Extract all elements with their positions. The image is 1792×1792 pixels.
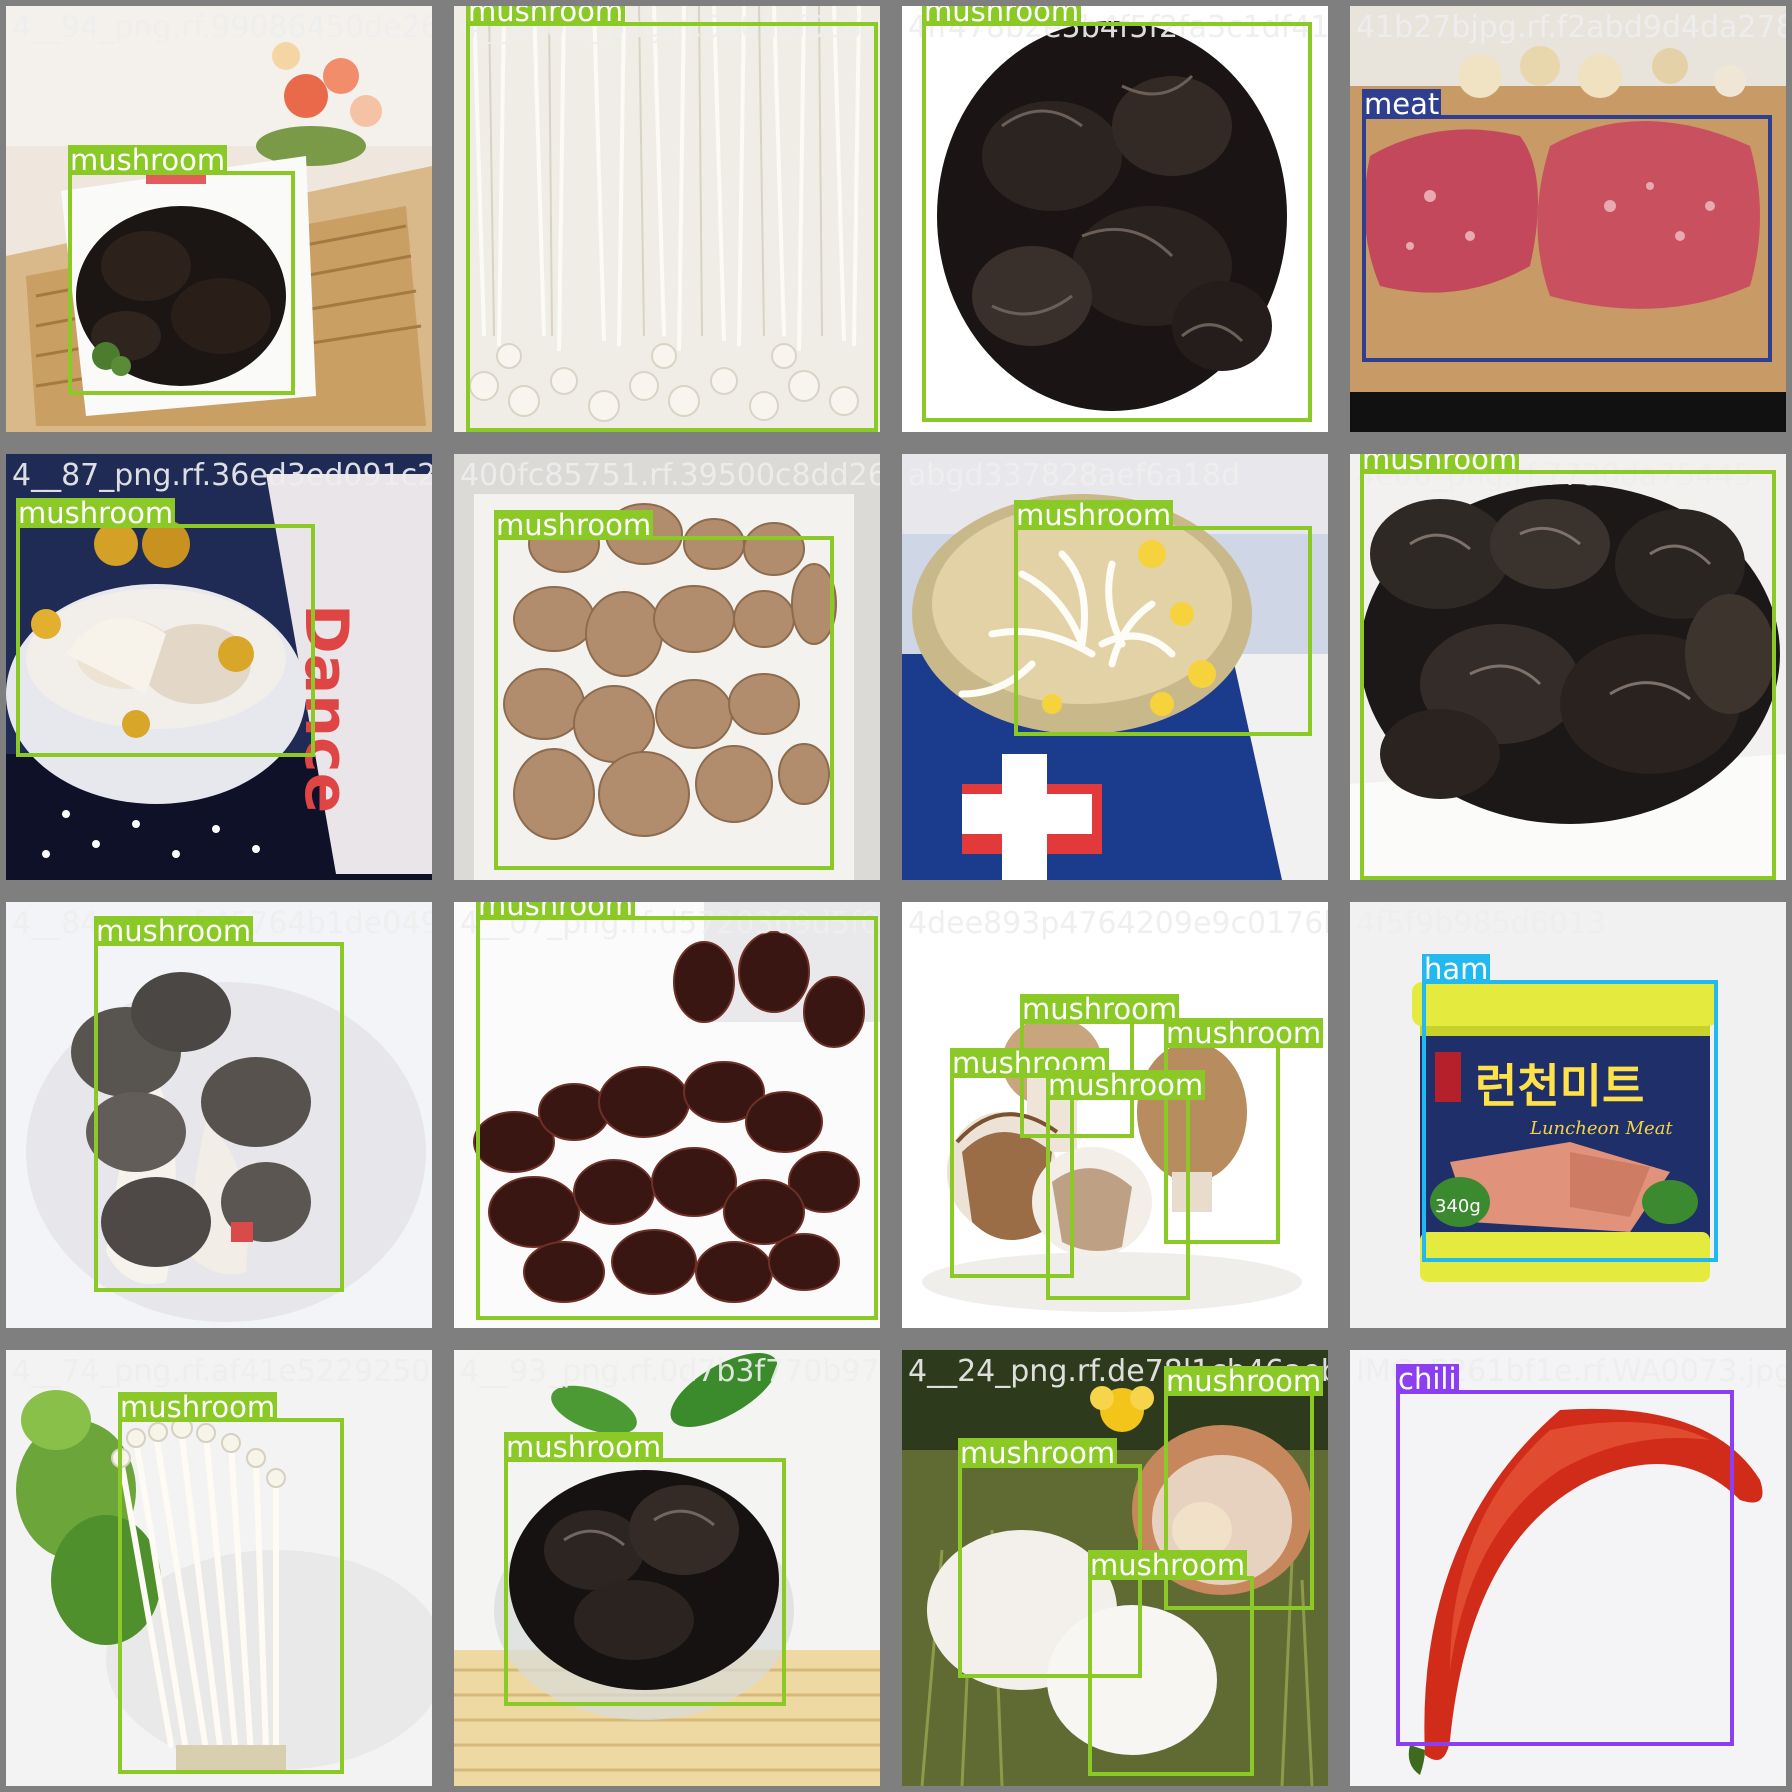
detection-box: mushroom	[494, 510, 834, 870]
image-grid: 4__94_png.rf.99086450de26473f0d8f0e69a39…	[0, 0, 1792, 1792]
tile: 4__enoki_png.rf.6e0a8f0c6a5364015b4ce mu…	[454, 6, 880, 432]
detection-label: ham	[1422, 952, 1491, 986]
tile: 4__24_png.rf.de78l1cb46aebad4 mushroom m…	[902, 1350, 1328, 1786]
detection-label: mushroom	[494, 508, 654, 542]
detection-box: mushroom	[504, 1432, 786, 1706]
detection-box: mushroom	[94, 916, 344, 1292]
tile: 4ff478b2e5b4f5f2fa3c1df41135 mushroom	[902, 6, 1328, 432]
detection-box: mushroom	[466, 6, 878, 432]
tile: abgd337828aef6a18d mushroom	[902, 454, 1328, 880]
tile: 4__93_png.rf.0d7b3f770b970fb5e08 mushroo…	[454, 1350, 880, 1786]
detection-box: mushroom	[16, 498, 315, 757]
tile: 4__84_png.rf.45764b1de0499 mushroom	[6, 902, 432, 1328]
detection-label: mushroom	[958, 1436, 1118, 1470]
tile: 4__94_png.rf.99086450de26473f0d8f0e69a39…	[6, 6, 432, 432]
detection-label: mushroom	[1088, 1548, 1248, 1582]
detection-label: meat	[1362, 87, 1442, 121]
detection-label: mushroom	[118, 1390, 278, 1424]
detection-box: meat	[1362, 89, 1772, 362]
tile: 41b27bjpg.rf.f2abd9d4da278 meat	[1350, 6, 1786, 432]
detection-label: mushroom	[504, 1430, 664, 1464]
detection-box: mushroom	[922, 6, 1312, 422]
detection-label: mushroom	[466, 6, 626, 26]
detection-label: chili	[1396, 1362, 1459, 1396]
tile: 4dee893p4764209e9c0176b2 mushroom mushro…	[902, 902, 1328, 1328]
detection-box: mushroom	[118, 1392, 344, 1774]
detection-box: mushroom	[1046, 1070, 1206, 1300]
tile: 4e06_png.rf.7730da75445 mushroom	[1350, 454, 1786, 880]
detection-label: mushroom	[922, 6, 1082, 26]
detection-box: ham	[1422, 954, 1718, 1262]
detection-label: mushroom	[16, 496, 176, 530]
detection-label: mushroom	[1360, 454, 1520, 474]
detection-box: chili	[1396, 1364, 1734, 1746]
tile: IMG_5261bf1e.rf.WA0073.jpg chili	[1350, 1350, 1786, 1786]
detection-box: mushroom	[476, 902, 878, 1320]
detection-label: mushroom	[94, 914, 254, 948]
detection-box: mushroom	[68, 145, 295, 395]
detection-box: mushroom	[1360, 454, 1776, 880]
detection-label: mushroom	[1046, 1068, 1206, 1102]
detection-box: mushroom	[1014, 500, 1312, 736]
detection-label: mushroom	[476, 902, 636, 920]
detection-label: mushroom	[1020, 992, 1180, 1026]
detection-label: mushroom	[68, 143, 228, 177]
tile: Dance 4__87_png.rf.36ed3ed091c2 mushroom	[6, 454, 432, 880]
tile: 400fc85751.rf.39500c8dd26b51606 mushroom	[454, 454, 880, 880]
tile: 4__07_png.rf.d5720369d5f0bc mushroom	[454, 902, 880, 1328]
tile: 런천미트 Luncheon Meat 340g 4f5f9b985d6013 h…	[1350, 902, 1786, 1328]
detection-label: mushroom	[1164, 1016, 1324, 1050]
tile: 4__74_png.rf.af41e5229250c0858b mushroom	[6, 1350, 432, 1786]
detection-box: mushroom	[1088, 1550, 1254, 1776]
detection-label: mushroom	[1014, 498, 1174, 532]
detection-label: mushroom	[1164, 1364, 1324, 1398]
